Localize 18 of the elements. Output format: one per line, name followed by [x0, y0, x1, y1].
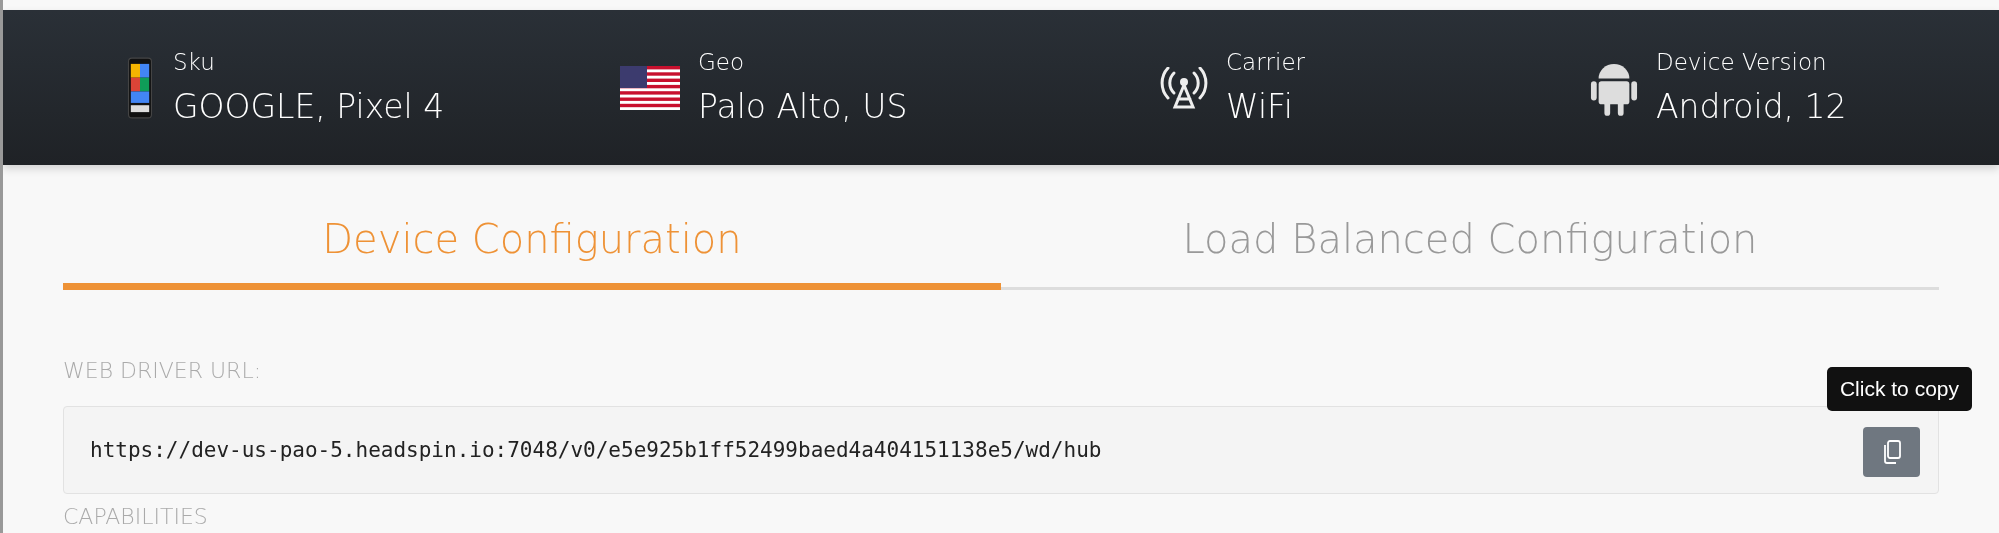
info-label: Sku — [173, 47, 216, 77]
info-label: Device Version — [1656, 47, 1828, 77]
info-label: Geo — [698, 47, 746, 77]
tooltip: Click to copy — [1826, 367, 1972, 411]
info-label: Carrier — [1226, 47, 1306, 77]
phone-icon — [125, 56, 155, 119]
tab[interactable]: Load Balanced Configuration — [1001, 185, 1939, 290]
info-value: Palo Alto, US — [698, 85, 908, 128]
url-text: https://dev-us-pao-5.headspin.io:7048/v0/e5e925b1ff52499baed4a404151138e5/wd/hub — [90, 438, 1102, 462]
info-value: WiFi — [1226, 85, 1294, 128]
tab[interactable]: Device Configuration — [63, 185, 1001, 290]
copy-button[interactable] — [1863, 427, 1920, 477]
copy-icon — [1881, 439, 1902, 465]
info-value: GOOGLE, Pixel 4 — [173, 85, 445, 128]
section-label: CAPABILITIES — [63, 504, 208, 529]
flag-icon — [620, 65, 680, 110]
antenna-icon — [1160, 66, 1208, 109]
info-value: Android, 12 — [1656, 85, 1847, 128]
